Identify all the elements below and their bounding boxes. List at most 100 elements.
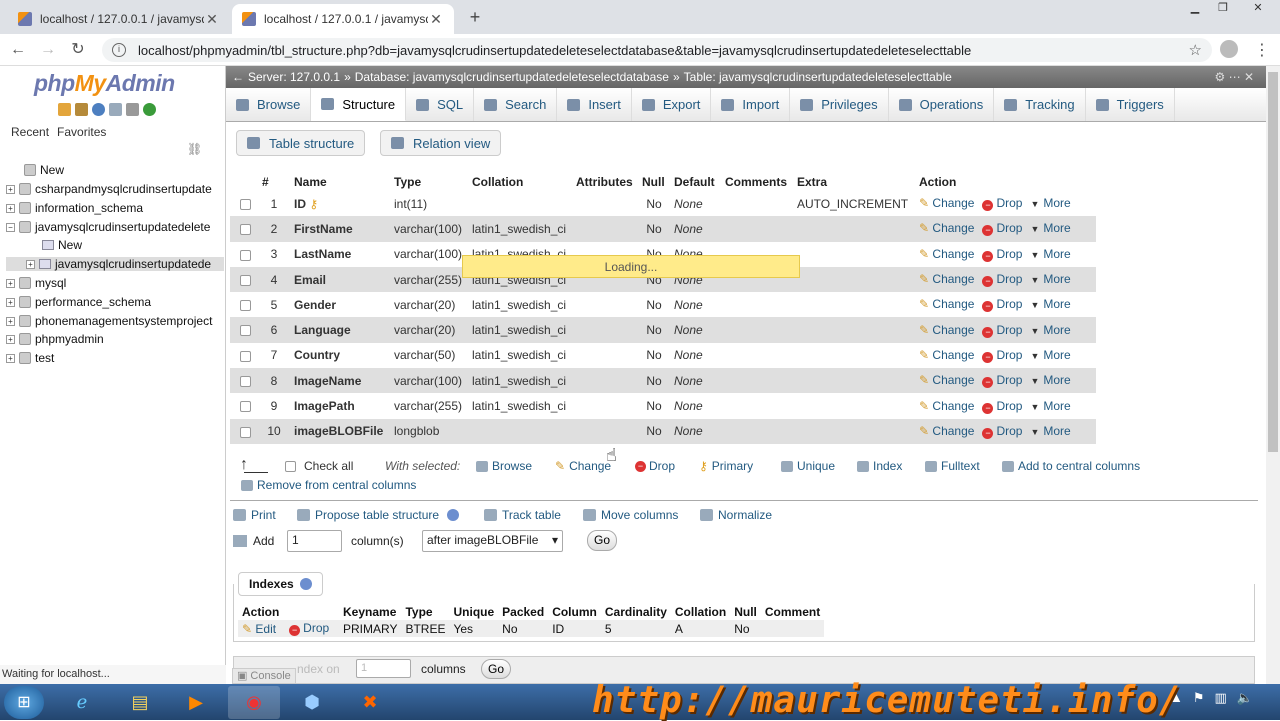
drop-link[interactable]: − Drop bbox=[982, 196, 1022, 212]
breadcrumb-database[interactable]: Database: javamysqlcrudinsertupdatedelet… bbox=[355, 70, 669, 84]
change-link[interactable]: ✎ Change bbox=[919, 196, 974, 210]
network-icon[interactable]: ▥ bbox=[1215, 690, 1227, 706]
row-checkbox[interactable] bbox=[240, 401, 251, 413]
breadcrumb-table[interactable]: Table: javamysqlcrudinsertupdatedeletese… bbox=[684, 70, 952, 84]
settings-gear-icon[interactable] bbox=[126, 103, 139, 116]
back-icon[interactable]: ← bbox=[8, 40, 28, 60]
create-index-go-button[interactable]: Go bbox=[481, 659, 511, 679]
file-explorer-icon[interactable]: ▤ bbox=[114, 686, 166, 719]
browser-tab-active[interactable]: localhost / 127.0.0.1 / javamysqlc ✕ bbox=[232, 4, 454, 34]
tab-operations[interactable]: Operations bbox=[889, 88, 995, 121]
virtualbox-icon[interactable]: ⬢ bbox=[286, 686, 338, 719]
propose-structure-link[interactable]: Propose table structure bbox=[297, 508, 460, 522]
ws-change-button[interactable]: ✎ Change bbox=[555, 459, 611, 473]
more-dropdown[interactable]: ▼ More bbox=[1030, 373, 1070, 387]
action-center-flag-icon[interactable]: ⚑ bbox=[1193, 690, 1205, 706]
info-icon[interactable]: i bbox=[112, 43, 126, 57]
more-dropdown[interactable]: ▼ More bbox=[1030, 272, 1070, 286]
tree-item[interactable]: + csharpandmysqlcrudinsertupdate bbox=[6, 182, 224, 196]
more-dropdown[interactable]: ▼ More bbox=[1030, 424, 1070, 438]
page-scrollbar[interactable] bbox=[1266, 66, 1280, 684]
home-icon[interactable] bbox=[58, 103, 71, 116]
tab-insert[interactable]: Insert bbox=[557, 88, 632, 121]
tree-item[interactable]: + mysql bbox=[6, 276, 224, 290]
new-tab-button[interactable]: + bbox=[464, 6, 486, 28]
header-default[interactable]: Default bbox=[670, 172, 721, 191]
row-checkbox[interactable] bbox=[240, 274, 251, 286]
ws-drop-button[interactable]: − Drop bbox=[635, 459, 675, 473]
drop-link[interactable]: − Drop bbox=[982, 297, 1022, 313]
drop-link[interactable]: − Drop bbox=[982, 272, 1022, 288]
windows-start-icon[interactable]: ⊞ bbox=[4, 686, 44, 719]
maximize-icon[interactable]: ❐ bbox=[1208, 0, 1238, 18]
minimize-icon[interactable]: ▁ bbox=[1180, 0, 1210, 18]
header-name[interactable]: Name bbox=[290, 172, 390, 191]
forward-icon[interactable]: → bbox=[38, 40, 58, 60]
change-link[interactable]: ✎ Change bbox=[919, 424, 974, 438]
change-link[interactable]: ✎ Change bbox=[919, 399, 974, 413]
change-link[interactable]: ✎ Change bbox=[919, 247, 974, 261]
tree-item[interactable]: + information_schema bbox=[6, 201, 224, 215]
link-icon[interactable]: ⛓ bbox=[187, 142, 202, 156]
tray-arrow-icon[interactable]: ▲ bbox=[1170, 690, 1183, 706]
header-null[interactable]: Null bbox=[638, 172, 670, 191]
internet-explorer-icon[interactable]: ℯ bbox=[56, 686, 108, 719]
header-collation[interactable]: Collation bbox=[468, 172, 572, 191]
tree-item-current-table[interactable]: + javamysqlcrudinsertupdatede bbox=[6, 257, 224, 271]
reload-navigation-icon[interactable] bbox=[143, 103, 156, 116]
row-checkbox[interactable] bbox=[240, 224, 251, 236]
chrome-menu-icon[interactable]: ⋮ bbox=[1254, 40, 1270, 60]
more-dropdown[interactable]: ▼ More bbox=[1030, 196, 1070, 210]
drop-link[interactable]: − Drop bbox=[982, 424, 1022, 439]
tab-triggers[interactable]: Triggers bbox=[1086, 88, 1175, 121]
close-icon[interactable]: ✕ bbox=[204, 11, 220, 28]
close-window-icon[interactable]: ✕ bbox=[1240, 0, 1276, 18]
index-drop-link[interactable]: − Drop bbox=[285, 620, 339, 637]
header-comments[interactable]: Comments bbox=[721, 172, 793, 191]
index-edit-link[interactable]: ✎ Edit bbox=[238, 620, 286, 637]
help-icon[interactable] bbox=[447, 509, 460, 521]
ws-index-button[interactable]: Index bbox=[857, 459, 902, 473]
settings-gear-icon[interactable]: ⚙ ⋯ ✕ bbox=[1215, 70, 1254, 84]
browser-tab[interactable]: localhost / 127.0.0.1 / javamysqlc ✕ bbox=[8, 4, 230, 34]
row-checkbox[interactable] bbox=[240, 325, 251, 337]
more-dropdown[interactable]: ▼ More bbox=[1030, 348, 1070, 362]
tree-item[interactable]: + phpmyadmin bbox=[6, 332, 224, 346]
phpmyadmin-logo[interactable]: phpMyAdmin bbox=[34, 70, 175, 97]
tab-structure[interactable]: Structure bbox=[311, 88, 407, 121]
more-dropdown[interactable]: ▼ More bbox=[1030, 221, 1070, 235]
more-dropdown[interactable]: ▼ More bbox=[1030, 297, 1070, 311]
help-icon[interactable] bbox=[92, 103, 105, 116]
console-toggle[interactable]: ▣ Console bbox=[232, 668, 296, 684]
header-extra[interactable]: Extra bbox=[793, 172, 915, 191]
tab-privileges[interactable]: Privileges bbox=[790, 88, 889, 121]
help-icon[interactable] bbox=[299, 578, 312, 590]
bookmark-star-icon[interactable]: ☆ bbox=[1189, 41, 1202, 59]
tree-item[interactable]: + performance_schema bbox=[6, 295, 224, 309]
check-all[interactable]: Check all bbox=[285, 459, 353, 473]
drop-link[interactable]: − Drop bbox=[982, 323, 1022, 338]
tab-recent[interactable]: Recent bbox=[11, 125, 49, 139]
ws-unique-button[interactable]: Unique bbox=[781, 459, 835, 473]
drop-link[interactable]: − Drop bbox=[982, 221, 1022, 237]
row-checkbox[interactable] bbox=[240, 300, 251, 312]
create-index-count[interactable]: 1 bbox=[356, 659, 411, 678]
tab-tracking[interactable]: Tracking bbox=[994, 88, 1086, 121]
header-num[interactable]: # bbox=[258, 172, 290, 191]
add-count-input[interactable]: 1 bbox=[287, 530, 342, 552]
scrollbar-thumb[interactable] bbox=[1268, 72, 1278, 452]
ws-browse-button[interactable]: Browse bbox=[476, 459, 532, 473]
change-link[interactable]: ✎ Change bbox=[919, 348, 974, 362]
subtab-relation-view[interactable]: Relation view bbox=[380, 130, 502, 156]
ws-primary-button[interactable]: ⚷ Primary bbox=[699, 459, 753, 473]
row-checkbox[interactable] bbox=[240, 198, 251, 210]
go-button[interactable]: Go bbox=[587, 530, 617, 551]
address-bar[interactable]: i localhost/phpmyadmin/tbl_structure.php… bbox=[102, 38, 1212, 62]
drop-link[interactable]: − Drop bbox=[982, 399, 1022, 414]
tab-browse[interactable]: Browse bbox=[226, 88, 312, 121]
breadcrumb-server[interactable]: Server: 127.0.0.1 bbox=[248, 70, 340, 84]
xampp-icon[interactable]: ✖ bbox=[344, 686, 396, 719]
track-table-link[interactable]: Track table bbox=[484, 508, 561, 522]
ws-remove-central-button[interactable]: Remove from central columns bbox=[241, 478, 416, 492]
more-dropdown[interactable]: ▼ More bbox=[1030, 323, 1070, 337]
